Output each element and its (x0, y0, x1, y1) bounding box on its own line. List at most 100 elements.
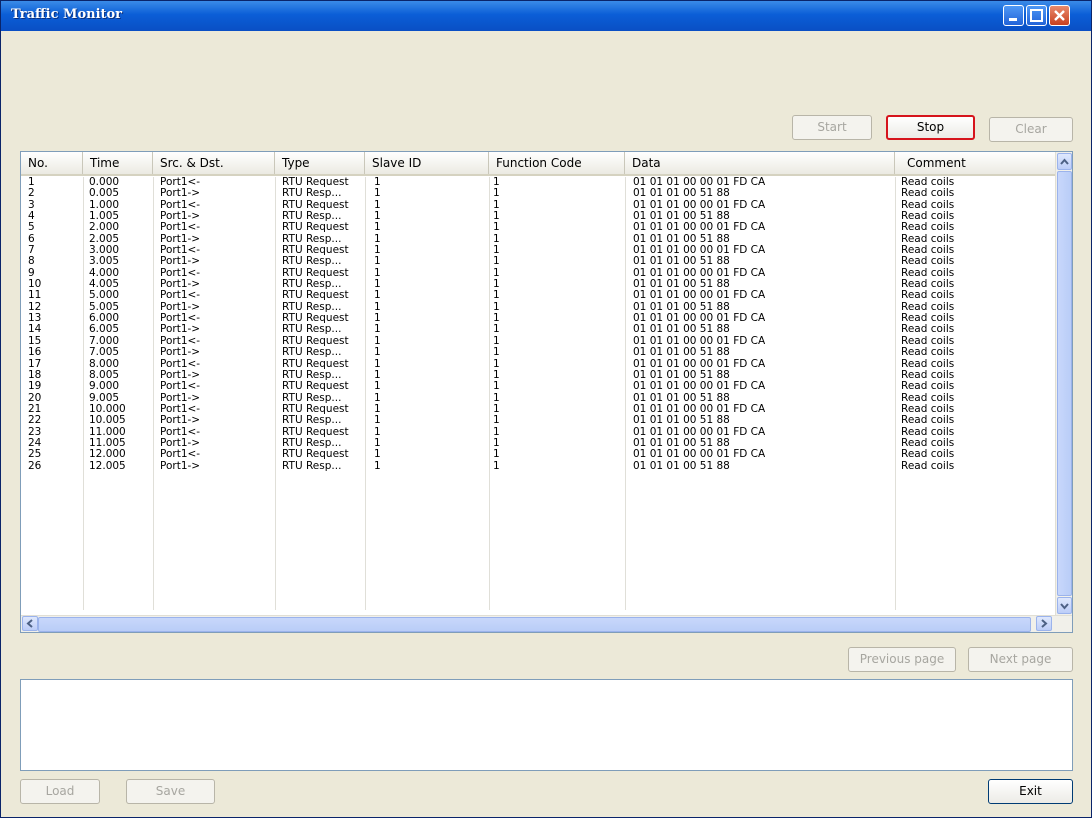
cell-slave-id: 1 (374, 221, 381, 234)
table-row[interactable]: 26 12.005 Port1-> RTU Resp... 1 1 01 01 01 00 … (21, 459, 1055, 472)
cell-comment: Read coils (901, 346, 955, 359)
cell-function-code: 1 (493, 402, 500, 415)
cell-time: 7.000 (89, 334, 120, 347)
cell-src-dst: Port1<- (160, 176, 201, 188)
column-header-no[interactable]: No. (21, 152, 83, 174)
cell-function-code: 1 (493, 221, 500, 234)
cell-time: 3.000 (89, 244, 120, 257)
cell-time: 6.000 (89, 312, 120, 325)
cell-data: 01 01 01 00 51 88 (633, 391, 730, 404)
cell-data: 01 01 01 00 00 01 FD CA (633, 380, 766, 393)
cell-type: RTU Request (282, 198, 349, 211)
cell-src-dst: Port1<- (160, 448, 201, 461)
column-header-data[interactable]: Data (625, 152, 895, 174)
column-header-slave-id[interactable]: Slave ID (365, 152, 489, 174)
cell-no: 18 (28, 368, 42, 381)
cell-type: RTU Request (282, 221, 349, 234)
cell-time: 12.000 (89, 448, 126, 461)
vertical-scroll-thumb[interactable] (1057, 171, 1072, 596)
cell-function-code: 1 (493, 380, 500, 393)
cell-src-dst: Port1<- (160, 198, 201, 211)
cell-src-dst: Port1-> (160, 391, 201, 404)
cell-comment: Read coils (901, 300, 955, 313)
cell-src-dst: Port1-> (160, 368, 201, 381)
exit-button[interactable]: Exit (988, 779, 1073, 804)
cell-no: 10 (28, 278, 42, 291)
cell-comment: Read coils (901, 368, 955, 381)
column-header-type[interactable]: Type (275, 152, 365, 174)
cell-type: RTU Resp... (282, 210, 342, 223)
cell-comment: Read coils (901, 425, 955, 438)
horizontal-scroll-thumb[interactable] (38, 617, 1031, 632)
scroll-up-button[interactable] (1057, 153, 1072, 170)
cell-comment: Read coils (901, 278, 955, 291)
cell-src-dst: Port1-> (160, 414, 201, 427)
column-header-time[interactable]: Time (83, 152, 153, 174)
cell-time: 8.005 (89, 368, 120, 381)
cell-data: 01 01 01 00 00 01 FD CA (633, 266, 766, 279)
cell-data: 01 01 01 00 00 01 FD CA (633, 448, 766, 461)
cell-function-code: 1 (493, 414, 500, 427)
cell-type: RTU Request (282, 425, 349, 438)
cell-data: 01 01 01 00 51 88 (633, 459, 730, 472)
cell-data: 01 01 01 00 00 01 FD CA (633, 176, 766, 188)
cell-function-code: 1 (493, 289, 500, 302)
next-page-button[interactable]: Next page (968, 647, 1073, 672)
cell-slave-id: 1 (374, 198, 381, 211)
start-button[interactable]: Start (792, 115, 872, 140)
cell-type: RTU Request (282, 266, 349, 279)
cell-src-dst: Port1<- (160, 289, 201, 302)
cell-slave-id: 1 (374, 414, 381, 427)
chevron-down-icon (1060, 603, 1069, 610)
cell-src-dst: Port1-> (160, 459, 201, 472)
cell-no: 22 (28, 414, 42, 427)
cell-function-code: 1 (493, 323, 500, 336)
cell-slave-id: 1 (374, 312, 381, 325)
column-header-comment[interactable]: Comment (895, 152, 1055, 174)
cell-data: 01 01 01 00 51 88 (633, 436, 730, 449)
scroll-right-button[interactable] (1036, 616, 1052, 631)
cell-function-code: 1 (493, 255, 500, 268)
cell-src-dst: Port1<- (160, 312, 201, 325)
previous-page-button[interactable]: Previous page (848, 647, 956, 672)
title-bar[interactable]: Traffic Monitor (1, 1, 1091, 31)
clear-button[interactable]: Clear (989, 117, 1073, 142)
close-button[interactable] (1049, 5, 1070, 26)
stop-button[interactable]: Stop (886, 115, 975, 140)
column-header-src-dst[interactable]: Src. & Dst. (153, 152, 275, 174)
vertical-scrollbar[interactable] (1055, 152, 1072, 615)
cell-slave-id: 1 (374, 448, 381, 461)
chevron-up-icon (1060, 158, 1069, 165)
column-header-function-code[interactable]: Function Code (489, 152, 625, 174)
cell-time: 3.005 (89, 255, 120, 268)
cell-data: 01 01 01 00 00 01 FD CA (633, 289, 766, 302)
cell-type: RTU Resp... (282, 255, 342, 268)
maximize-button[interactable] (1026, 5, 1047, 26)
log-text-area[interactable] (20, 679, 1073, 771)
load-button[interactable]: Load (20, 779, 100, 804)
cell-function-code: 1 (493, 187, 500, 200)
cell-slave-id: 1 (374, 323, 381, 336)
cell-src-dst: Port1-> (160, 232, 201, 245)
cell-time: 7.005 (89, 346, 120, 359)
cell-time: 11.000 (89, 425, 126, 438)
cell-time: 11.005 (89, 436, 126, 449)
scroll-down-button[interactable] (1057, 597, 1072, 614)
cell-no: 12 (28, 300, 42, 313)
cell-src-dst: Port1<- (160, 244, 201, 257)
minimize-button[interactable] (1003, 5, 1024, 26)
cell-type: RTU Resp... (282, 187, 342, 200)
cell-type: RTU Resp... (282, 391, 342, 404)
cell-time: 10.000 (89, 402, 126, 415)
cell-no: 9 (28, 266, 35, 279)
save-button[interactable]: Save (126, 779, 215, 804)
horizontal-scrollbar[interactable] (21, 615, 1072, 632)
traffic-table[interactable]: No. Time Src. & Dst. Type Slave ID Funct… (20, 151, 1073, 633)
scroll-left-button[interactable] (22, 616, 38, 631)
cell-comment: Read coils (901, 244, 955, 257)
cell-comment: Read coils (901, 198, 955, 211)
cell-function-code: 1 (493, 266, 500, 279)
cell-data: 01 01 01 00 00 01 FD CA (633, 198, 766, 211)
cell-comment: Read coils (901, 266, 955, 279)
cell-src-dst: Port1<- (160, 266, 201, 279)
